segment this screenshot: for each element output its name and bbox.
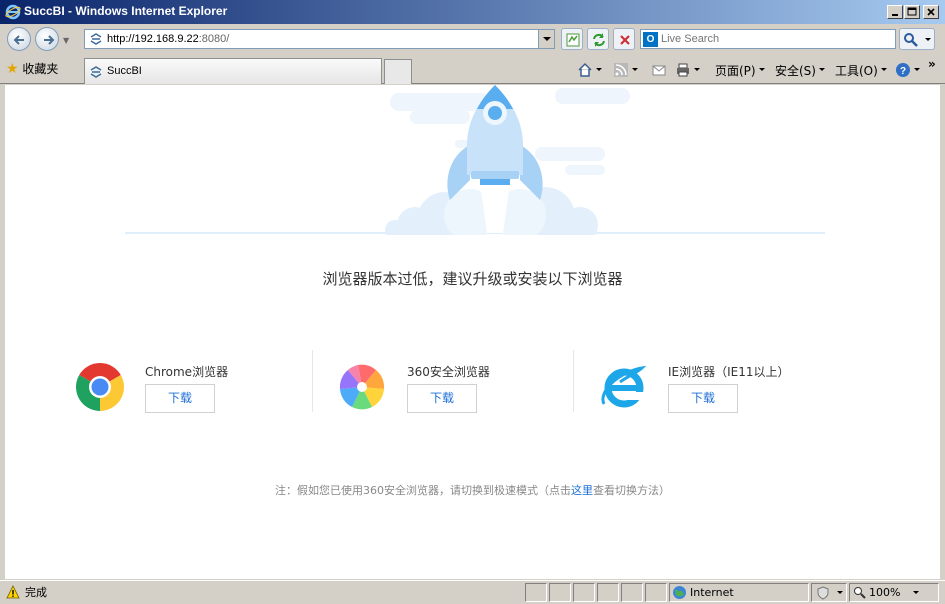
page-headline: 浏览器版本过低，建议升级或安装以下浏览器 [322,270,623,288]
mail-button[interactable] [651,62,667,80]
compatibility-icon [566,33,580,47]
protected-mode-button[interactable] [811,583,847,602]
new-tab-button[interactable] [384,59,412,84]
zone-label: Internet [690,586,734,599]
status-pane [597,583,619,602]
back-button[interactable] [7,27,31,51]
refresh-button[interactable] [587,28,609,50]
url-text[interactable]: http://192.168.9.22:8080/ [107,33,229,45]
refresh-icon [593,33,605,47]
status-bar: 完成 Internet 100% [0,580,945,604]
search-options-icon[interactable] [925,38,931,44]
address-dropdown-button[interactable] [538,30,554,48]
safety-menu[interactable]: 安全(S) [775,62,825,80]
history-dropdown-icon[interactable]: ▼ [63,36,69,45]
home-icon [578,62,592,77]
browser-name: Chrome浏览器 [145,365,229,379]
favorites-bar: ★ 收藏夹 SuccBI 页面(P) 安全(S) 工具(O) ? » [0,56,945,84]
divider [573,350,574,412]
window-title: SuccBI - Windows Internet Explorer [24,4,228,18]
status-pane [621,583,643,602]
note-text: 查看切换方法） [593,484,670,497]
search-button[interactable] [899,28,935,50]
stop-button[interactable] [613,28,635,50]
stop-icon [620,35,630,45]
address-bar[interactable]: http://192.168.9.22:8080/ [84,29,555,49]
rocket-illustration [125,85,825,235]
security-zone[interactable]: Internet [669,583,809,602]
help-button[interactable]: ? [895,62,920,80]
back-arrow-icon [13,35,24,45]
forward-button[interactable] [35,27,59,51]
globe-icon [673,586,686,599]
favorites-label: 收藏夹 [22,62,59,76]
site-favicon-icon [90,66,102,78]
download-chrome-button[interactable]: 下载 [145,384,215,413]
zoom-icon [854,587,866,599]
status-text: 完成 [25,586,47,599]
title-bar: SuccBI - Windows Internet Explorer [0,0,945,24]
zoom-button[interactable]: 100% [849,583,939,602]
zoom-level: 100% [869,586,901,599]
browser-name: 360安全浏览器 [407,365,490,379]
browser-name: IE浏览器（IE11以上） [668,365,790,379]
browser-card-ie: IE浏览器（IE11以上） 下载 [598,350,858,420]
close-window-button[interactable] [923,5,939,19]
page-menu-label: 页面(P) [715,64,756,78]
download-360-button[interactable]: 下载 [407,384,477,413]
status-pane [525,583,547,602]
browser-card-chrome: Chrome浏览器 下载 [75,350,335,420]
search-input[interactable] [661,31,891,47]
divider [312,350,313,412]
page-content: 浏览器版本过低，建议升级或安装以下浏览器 Chrome浏览器 下载 360安全浏… [5,85,940,579]
maximize-button[interactable] [904,5,920,19]
outlook-icon: O [643,32,658,47]
browser-card-360: 360安全浏览器 下载 [337,350,597,420]
printer-icon [677,63,689,77]
forward-arrow-icon [44,35,55,45]
svg-text:?: ? [900,66,906,77]
site-favicon-icon [90,33,102,45]
safety-menu-label: 安全(S) [775,64,816,78]
help-icon: ? [896,63,910,77]
ie-logo-icon [5,4,21,20]
star-icon: ★ [6,61,19,77]
tab-succbi[interactable]: SuccBI [84,58,382,84]
tools-menu-label: 工具(O) [835,64,878,78]
page-menu[interactable]: 页面(P) [715,62,765,80]
360-browser-icon [339,364,385,410]
rss-icon [614,63,628,77]
home-button[interactable] [577,62,602,80]
warning-icon [6,585,20,599]
here-link[interactable]: 这里 [571,484,593,497]
compatibility-view-button[interactable] [561,28,583,50]
shield-icon [817,586,829,600]
ie-icon [601,365,647,408]
print-button[interactable] [675,62,700,80]
switch-mode-note: 注：假如您已使用360安全浏览器，请切换到极速模式（点击这里查看切换方法） [5,482,940,498]
address-toolbar: ▼ http://192.168.9.22:8080/ O [0,24,945,56]
favorites-button[interactable]: ★ 收藏夹 [6,60,58,80]
status-pane [573,583,595,602]
search-box[interactable]: O [640,29,896,49]
feeds-button[interactable] [613,62,638,80]
minimize-button[interactable] [887,5,903,19]
status-pane [549,583,571,602]
tools-menu[interactable]: 工具(O) [835,62,887,80]
mail-icon [652,65,666,76]
more-commands-chevron-icon[interactable]: » [928,57,936,71]
note-text: 注：假如您已使用360安全浏览器，请切换到极速模式（点击 [275,484,571,497]
search-icon [904,33,918,47]
chrome-icon [75,363,125,411]
tab-label: SuccBI [107,65,142,77]
status-pane [645,583,667,602]
download-ie-button[interactable]: 下载 [668,384,738,413]
